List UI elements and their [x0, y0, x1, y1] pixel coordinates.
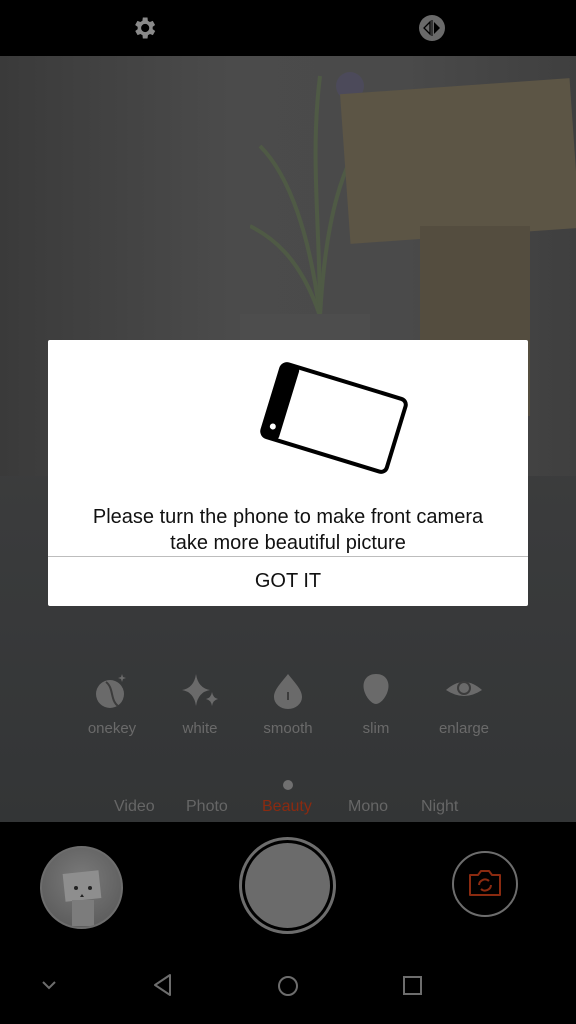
top-bar — [0, 0, 576, 56]
back-icon[interactable] — [152, 972, 174, 998]
gallery-thumbnail[interactable] — [40, 846, 123, 929]
shutter-button[interactable] — [239, 837, 336, 934]
robot-thumbnail-image — [62, 870, 102, 926]
rotate-phone-dialog: Please turn the phone to make front came… — [48, 340, 528, 606]
gear-icon[interactable] — [130, 14, 158, 42]
beauty-slim[interactable]: slim — [332, 670, 420, 737]
message-line-1: Please turn the phone to make front came… — [92, 506, 484, 528]
sparkle-icon — [182, 674, 218, 706]
mode-photo[interactable]: Photo — [186, 798, 228, 816]
face-slim-icon — [363, 674, 389, 704]
beauty-label: enlarge — [438, 720, 490, 737]
mode-indicator-dot — [283, 780, 293, 790]
message-line-2: take more beautiful picture — [170, 532, 406, 554]
beauty-label: smooth — [263, 720, 313, 737]
got-it-button[interactable]: GOT IT — [48, 557, 528, 606]
beauty-label: slim — [362, 720, 390, 737]
beauty-onekey[interactable]: onekey — [68, 670, 156, 737]
rotated-phone-icon — [260, 362, 408, 474]
box-robot-head — [340, 78, 576, 244]
beauty-enlarge[interactable]: enlarge — [420, 670, 508, 737]
camera-switch-icon — [469, 870, 501, 896]
drop-icon — [274, 674, 302, 709]
recents-icon[interactable] — [402, 975, 424, 997]
beauty-label: white — [182, 720, 218, 737]
beauty-smooth[interactable]: smooth — [244, 670, 332, 737]
face-sparkle-icon — [96, 674, 126, 708]
mode-video[interactable]: Video — [114, 798, 155, 816]
camera-switch-button[interactable] — [452, 851, 518, 917]
dialog-message: Please turn the phone to make front came… — [48, 504, 528, 556]
chevron-down-icon[interactable] — [40, 978, 58, 992]
beauty-label: onekey — [87, 720, 137, 737]
mode-beauty[interactable]: Beauty — [262, 798, 312, 816]
home-icon[interactable] — [276, 974, 300, 998]
mirror-flip-icon[interactable] — [418, 14, 446, 42]
mode-night[interactable]: Night — [421, 798, 458, 816]
eye-icon — [446, 681, 482, 696]
mode-mono[interactable]: Mono — [348, 798, 388, 816]
beauty-white[interactable]: white — [156, 670, 244, 737]
beauty-options: onekey white smooth slim enlarge — [68, 670, 508, 737]
mode-selector: Video Photo Beauty Mono Night — [0, 798, 576, 820]
